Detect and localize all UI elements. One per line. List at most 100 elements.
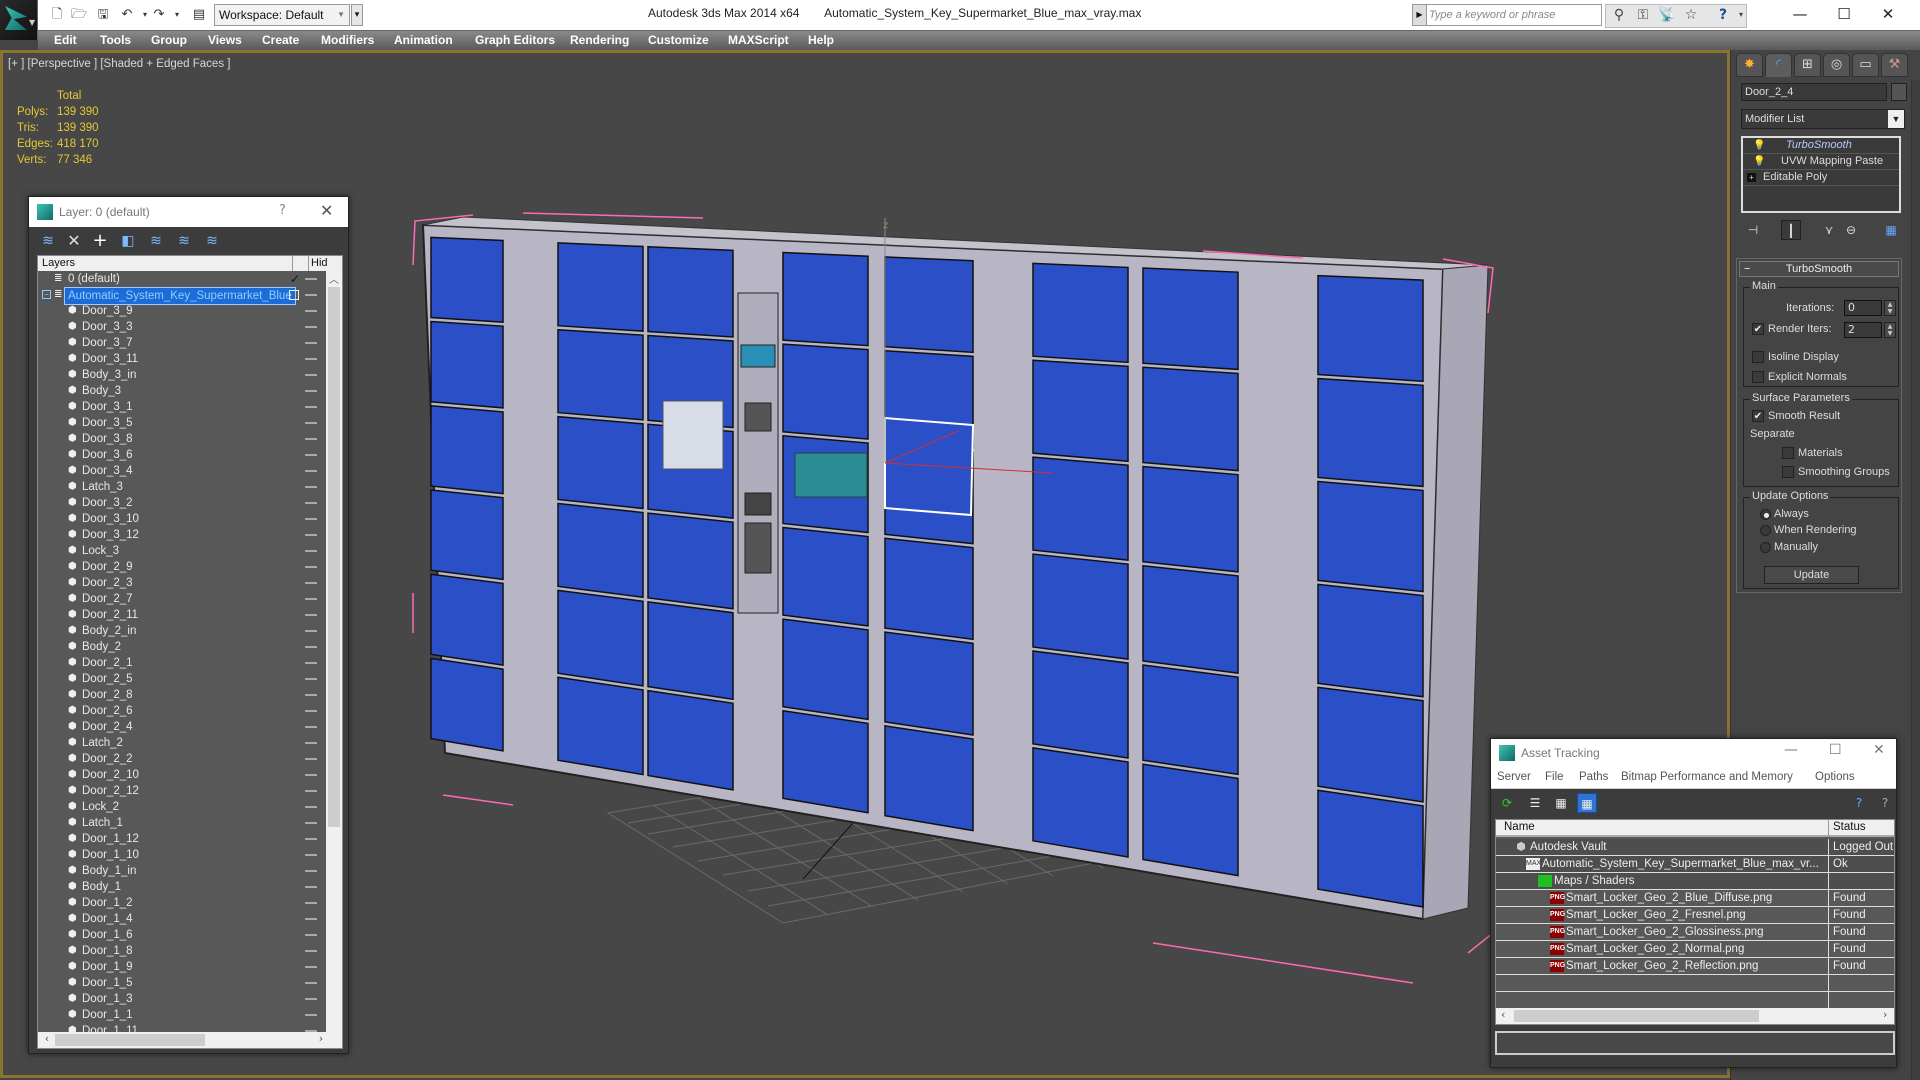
object-row[interactable]: ⬢ Door_2_7 bbox=[38, 591, 324, 607]
object-row[interactable]: ⬢ Door_2_6 bbox=[38, 703, 324, 719]
help-dropdown-icon[interactable]: ▾ bbox=[1730, 4, 1752, 26]
object-color-swatch[interactable] bbox=[1891, 83, 1907, 101]
object-row[interactable]: ⬢ Door_1_10 bbox=[38, 847, 324, 863]
layer-vertical-scrollbar[interactable]: ︿ ﹀ bbox=[326, 271, 342, 1048]
hide-toggle[interactable] bbox=[305, 534, 317, 536]
tree-view-icon[interactable]: ▦ bbox=[1551, 793, 1571, 813]
hide-toggle[interactable] bbox=[305, 550, 317, 552]
menu-views[interactable]: Views bbox=[208, 33, 242, 47]
set-current-checkbox[interactable] bbox=[289, 290, 299, 300]
object-row[interactable]: ⬢ Door_3_4 bbox=[38, 463, 324, 479]
hide-toggle[interactable] bbox=[305, 678, 317, 680]
hide-toggle[interactable] bbox=[305, 966, 317, 968]
create-layer-icon[interactable]: ≋ bbox=[37, 231, 59, 251]
object-row[interactable]: ⬢ Door_3_7 bbox=[38, 335, 324, 351]
hide-toggle[interactable] bbox=[305, 278, 317, 280]
hide-toggle[interactable] bbox=[305, 486, 317, 488]
hide-toggle[interactable] bbox=[305, 598, 317, 600]
refresh-icon[interactable]: ⟳ bbox=[1497, 793, 1517, 813]
menu-bitmap-performance[interactable]: Bitmap Performance and Memory bbox=[1621, 771, 1793, 783]
object-name-field[interactable]: Door_2_4 bbox=[1741, 83, 1887, 101]
layer-row-automatic-system-key[interactable]: − ≣ Automatic_System_Key_Supermarket_Blu… bbox=[38, 287, 324, 305]
hide-toggle[interactable] bbox=[305, 918, 317, 920]
radio-when-rendering[interactable] bbox=[1760, 525, 1771, 536]
asset-window-titlebar[interactable]: Asset Tracking — ☐ ✕ bbox=[1491, 739, 1896, 767]
object-row[interactable]: ⬢ Door_1_5 bbox=[38, 975, 324, 991]
hide-toggle[interactable] bbox=[305, 422, 317, 424]
collapse-icon[interactable]: − bbox=[42, 290, 51, 299]
list-view-icon[interactable]: ☰ bbox=[1525, 793, 1545, 813]
hide-toggle[interactable] bbox=[305, 806, 317, 808]
object-row[interactable]: ⬢ Lock_3 bbox=[38, 543, 324, 559]
object-row[interactable]: ⬢ Door_3_11 bbox=[38, 351, 324, 367]
object-row[interactable]: ⬢ Latch_3 bbox=[38, 479, 324, 495]
project-folder-icon[interactable]: ▤ bbox=[190, 6, 208, 24]
menu-options[interactable]: Options bbox=[1815, 771, 1855, 783]
add-to-layer-icon[interactable]: + bbox=[89, 231, 111, 251]
stack-item-editable-poly[interactable]: + Editable Poly bbox=[1743, 170, 1899, 186]
column-layers[interactable]: Layers bbox=[42, 257, 75, 269]
remove-modifier-icon[interactable]: ⊖ bbox=[1841, 220, 1861, 240]
scroll-right-icon[interactable]: › bbox=[314, 1032, 328, 1045]
hide-toggle[interactable] bbox=[305, 438, 317, 440]
scroll-left-icon[interactable]: ‹ bbox=[40, 1032, 54, 1045]
binoculars-icon[interactable]: ⚲ bbox=[1608, 4, 1630, 26]
layer-window-titlebar[interactable]: Layer: 0 (default) ? ✕ bbox=[29, 197, 348, 227]
expand-icon[interactable]: + bbox=[1747, 173, 1756, 182]
menu-server[interactable]: Server bbox=[1497, 771, 1531, 783]
hide-toggle[interactable] bbox=[305, 342, 317, 344]
redo-dropdown-icon[interactable]: ▾ bbox=[168, 6, 186, 24]
scroll-thumb[interactable] bbox=[55, 1034, 205, 1046]
modify-tab-icon[interactable]: ◜ bbox=[1765, 53, 1792, 77]
stack-item-uvw-mapping-paste[interactable]: 💡 UVW Mapping Paste bbox=[1743, 154, 1899, 170]
minimize-button[interactable]: — bbox=[1780, 2, 1820, 26]
star-icon[interactable]: ☆ bbox=[1680, 4, 1702, 26]
hide-toggle[interactable] bbox=[305, 982, 317, 984]
hide-toggle[interactable] bbox=[305, 406, 317, 408]
scroll-left-icon[interactable]: ‹ bbox=[1501, 1008, 1505, 1021]
explicit-normals-checkbox[interactable] bbox=[1752, 371, 1764, 383]
object-row[interactable]: ⬢ Door_2_4 bbox=[38, 719, 324, 735]
hide-toggle[interactable] bbox=[305, 838, 317, 840]
close-button[interactable]: ✕ bbox=[320, 201, 333, 220]
hide-toggle[interactable] bbox=[305, 470, 317, 472]
object-row[interactable]: ⬢ Door_1_6 bbox=[38, 927, 324, 943]
hide-toggle[interactable] bbox=[305, 1014, 317, 1016]
stack-item-turbosmooth[interactable]: 💡 TurboSmooth bbox=[1743, 138, 1899, 154]
render-iters-checkbox[interactable]: ✔ bbox=[1752, 323, 1764, 335]
hide-toggle[interactable] bbox=[305, 726, 317, 728]
delete-layer-icon[interactable]: ✕ bbox=[63, 231, 85, 251]
smoothing-groups-checkbox[interactable] bbox=[1782, 466, 1794, 478]
asset-row[interactable]: MAX Automatic_System_Key_Supermarket_Blue… bbox=[1496, 856, 1894, 873]
scroll-right-icon[interactable]: › bbox=[1883, 1008, 1887, 1021]
asset-row[interactable]: PNG Smart_Locker_Geo_2_Reflection.png Foun… bbox=[1496, 958, 1894, 975]
hide-toggle[interactable] bbox=[305, 630, 317, 632]
menu-paths[interactable]: Paths bbox=[1579, 771, 1608, 783]
display-tab-icon[interactable]: ▭ bbox=[1852, 53, 1879, 77]
asset-horizontal-scrollbar[interactable]: ‹ › bbox=[1496, 1008, 1894, 1024]
minimize-button[interactable]: — bbox=[1784, 742, 1798, 758]
render-iters-spinner[interactable]: 2 bbox=[1844, 322, 1882, 338]
hide-toggle[interactable] bbox=[305, 950, 317, 952]
object-row[interactable]: ⬢ Body_2 bbox=[38, 639, 324, 655]
save-file-icon[interactable]: 🖫 bbox=[94, 6, 112, 24]
column-hide[interactable]: Hid bbox=[311, 257, 328, 269]
menu-customize[interactable]: Customize bbox=[648, 33, 709, 47]
maximize-button[interactable]: ☐ bbox=[1829, 742, 1842, 758]
column-status[interactable]: Status bbox=[1833, 821, 1866, 833]
asset-row[interactable]: Maps / Shaders bbox=[1496, 873, 1894, 890]
hide-toggle[interactable] bbox=[305, 902, 317, 904]
menu-create[interactable]: Create bbox=[262, 33, 299, 47]
lightbulb-icon[interactable]: 💡 bbox=[1753, 138, 1765, 153]
object-row[interactable]: ⬢ Body_1 bbox=[38, 879, 324, 895]
object-row[interactable]: ⬢ Door_2_2 bbox=[38, 751, 324, 767]
menu-tools[interactable]: Tools bbox=[100, 33, 131, 47]
key-icon[interactable]: ⚿ bbox=[1632, 4, 1654, 26]
hide-toggle[interactable] bbox=[305, 870, 317, 872]
object-row[interactable]: ⬢ Body_1_in bbox=[38, 863, 324, 879]
asset-row[interactable]: PNG Smart_Locker_Geo_2_Glossiness.png Foun… bbox=[1496, 924, 1894, 941]
isoline-display-checkbox[interactable] bbox=[1752, 351, 1764, 363]
open-file-icon[interactable]: 🗁 bbox=[70, 6, 88, 24]
scroll-up-icon[interactable]: ︿ bbox=[326, 271, 342, 286]
highlight-layer-icon[interactable]: ≋ bbox=[173, 231, 195, 251]
